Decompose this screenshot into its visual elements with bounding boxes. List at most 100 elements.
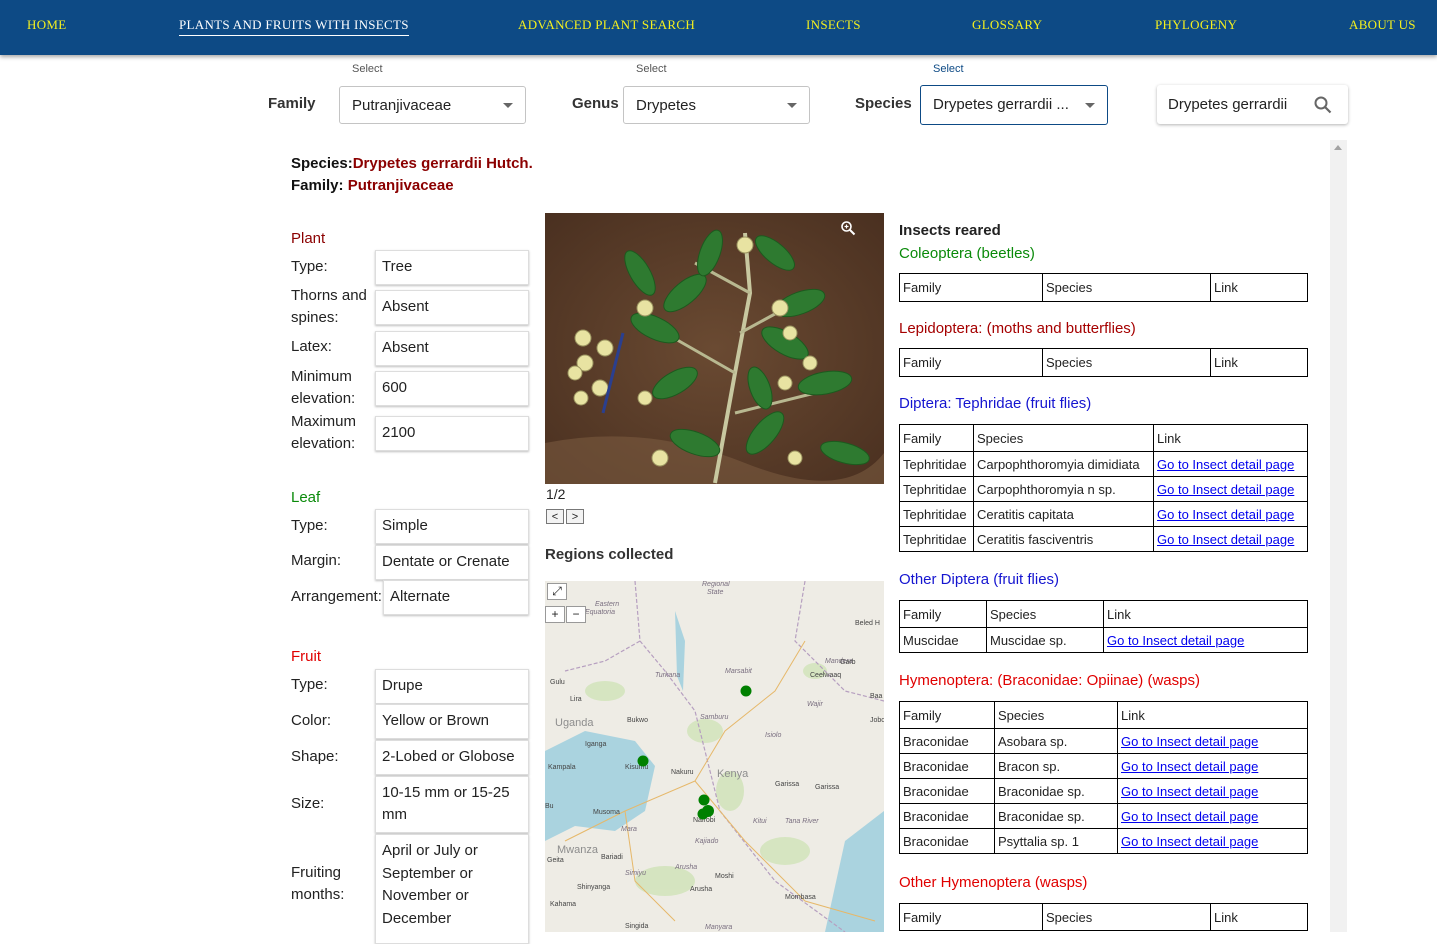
col-header-family: Family bbox=[899, 903, 1043, 931]
insect-detail-link[interactable]: Go to Insect detail page bbox=[1157, 532, 1294, 547]
table-row: Braconidae Braconidae sp. Go to Insect d… bbox=[899, 778, 1308, 804]
svg-text:Eastern: Eastern bbox=[595, 601, 619, 608]
nav-advanced-plant-search[interactable]: ADVANCED PLANT SEARCH bbox=[518, 17, 695, 33]
row-species: Muscidae sp. bbox=[986, 627, 1104, 653]
insect-detail-link[interactable]: Go to Insect detail page bbox=[1157, 482, 1294, 497]
row-species: Carpophthoromyia dimidiata bbox=[973, 451, 1154, 477]
svg-text:Singida: Singida bbox=[625, 923, 648, 930]
collection-marker[interactable] bbox=[740, 685, 752, 697]
svg-text:State: State bbox=[707, 589, 723, 596]
table-row: Braconidae Braconidae sp. Go to Insect d… bbox=[899, 803, 1308, 829]
nav-glossary[interactable]: GLOSSARY bbox=[972, 17, 1042, 33]
svg-text:Shinyanga: Shinyanga bbox=[577, 884, 610, 891]
tephritidae-title: Diptera: Tephridae (fruit flies) bbox=[899, 395, 1092, 412]
plant-max-elevation-label: Maximum elevation: bbox=[291, 413, 357, 452]
svg-text:Marsabit: Marsabit bbox=[725, 668, 753, 675]
col-header-link: Link bbox=[1117, 701, 1308, 729]
species-search-value: Drypetes gerrardii bbox=[1168, 96, 1288, 113]
row-species: Ceratitis capitata bbox=[973, 501, 1154, 527]
regions-map[interactable]: Eastern Equatoria Turkana Marsabit Wajir Ma… bbox=[545, 581, 884, 932]
table-row: Braconidae Psyttalia sp. 1 Go to Insect … bbox=[899, 828, 1308, 854]
tephritidae-table: Family Species Link Tephritidae Carpopht… bbox=[899, 424, 1308, 552]
table-header-row: Family Species Link bbox=[899, 424, 1308, 452]
other-hymenoptera-table: Family Species Link bbox=[899, 903, 1308, 931]
species-search-input[interactable]: Drypetes gerrardii bbox=[1157, 85, 1348, 124]
fruit-section-title: Fruit bbox=[291, 648, 321, 665]
nav-plants-and-fruits[interactable]: PLANTS AND FRUITS WITH INSECTS bbox=[179, 17, 409, 36]
insect-detail-link[interactable]: Go to Insect detail page bbox=[1121, 734, 1258, 749]
insect-detail-link[interactable]: Go to Insect detail page bbox=[1121, 809, 1258, 824]
col-header-species: Species bbox=[1042, 903, 1211, 931]
svg-text:Jobo: Jobo bbox=[870, 717, 884, 724]
other-diptera-title: Other Diptera (fruit flies) bbox=[899, 571, 1060, 588]
row-family: Tephritidae bbox=[899, 451, 974, 477]
nav-insects[interactable]: INSECTS bbox=[806, 17, 861, 33]
svg-text:Moshi: Moshi bbox=[715, 873, 734, 880]
scrollbar[interactable] bbox=[1330, 140, 1347, 932]
col-header-link: Link bbox=[1210, 273, 1308, 302]
insect-detail-link[interactable]: Go to Insect detail page bbox=[1107, 633, 1244, 648]
fruit-type-label: Type: bbox=[291, 676, 328, 693]
genus-label: Genus bbox=[572, 95, 619, 112]
table-row: Tephritidae Carpophthoromyia dimidiata G… bbox=[899, 451, 1308, 477]
gallery-next-button[interactable]: > bbox=[566, 509, 584, 524]
plant-photo[interactable] bbox=[545, 213, 884, 484]
family-heading: Family: Putranjivaceae bbox=[291, 177, 454, 194]
map-zoom-out-button[interactable]: − bbox=[566, 606, 586, 623]
col-header-species: Species bbox=[973, 424, 1154, 452]
svg-text:Lira: Lira bbox=[570, 696, 582, 703]
zoom-in-icon[interactable] bbox=[840, 220, 856, 236]
map-canvas[interactable]: EasternEquatoria Turkana Marsabit Wajir Ma… bbox=[545, 581, 884, 932]
dropdown-arrow-icon bbox=[787, 103, 797, 108]
species-heading: Species:Drypetes gerrardii Hutch. bbox=[291, 155, 533, 172]
insect-detail-link[interactable]: Go to Insect detail page bbox=[1121, 759, 1258, 774]
genus-select[interactable]: Drypetes bbox=[623, 86, 810, 124]
gallery-prev-button[interactable]: < bbox=[546, 509, 564, 524]
collection-marker[interactable] bbox=[637, 755, 649, 767]
hymenoptera-title: Hymenoptera: (Braconidae: Opiinae) (wasp… bbox=[899, 672, 1200, 689]
regions-collected-title: Regions collected bbox=[545, 546, 674, 563]
svg-text:Bariadi: Bariadi bbox=[601, 854, 623, 861]
plant-thorns-value: Absent bbox=[375, 290, 529, 325]
collection-marker[interactable] bbox=[697, 808, 709, 820]
insect-detail-link[interactable]: Go to Insect detail page bbox=[1157, 457, 1294, 472]
insect-detail-link[interactable]: Go to Insect detail page bbox=[1121, 834, 1258, 849]
plant-latex-label: Latex: bbox=[291, 338, 332, 355]
col-header-link: Link bbox=[1103, 600, 1308, 628]
insect-detail-link[interactable]: Go to Insect detail page bbox=[1157, 507, 1294, 522]
svg-text:Isiolo: Isiolo bbox=[765, 732, 781, 739]
nav-home[interactable]: HOME bbox=[27, 17, 66, 33]
table-header-row: Family Species Link bbox=[899, 600, 1308, 628]
table-row: Muscidae Muscidae sp. Go to Insect detai… bbox=[899, 627, 1308, 653]
row-family: Braconidae bbox=[899, 728, 995, 754]
svg-text:Mombasa: Mombasa bbox=[785, 894, 816, 901]
svg-text:Kampala: Kampala bbox=[548, 764, 576, 771]
search-icon[interactable] bbox=[1313, 95, 1333, 115]
map-zoom-in-button[interactable]: + bbox=[545, 606, 565, 623]
col-header-species: Species bbox=[994, 701, 1118, 729]
species-key: Species: bbox=[291, 155, 353, 172]
scroll-up-arrow-icon[interactable] bbox=[1334, 145, 1342, 150]
species-select[interactable]: Drypetes gerrardii ... bbox=[920, 85, 1108, 125]
table-header-row: Family Species Link bbox=[899, 701, 1308, 729]
nav-phylogeny[interactable]: PHYLOGENY bbox=[1155, 17, 1237, 33]
svg-text:Garissa: Garissa bbox=[815, 784, 839, 791]
row-species: Psyttalia sp. 1 bbox=[994, 828, 1118, 854]
svg-text:Beled H: Beled H bbox=[855, 620, 880, 627]
insect-detail-link[interactable]: Go to Insect detail page bbox=[1121, 784, 1258, 799]
fruit-shape-label: Shape: bbox=[291, 748, 339, 765]
leaf-margin-value: Dentate or Crenate bbox=[375, 545, 529, 580]
svg-text:Mwanza: Mwanza bbox=[557, 844, 599, 856]
lepidoptera-title: Lepidoptera: (moths and butterflies) bbox=[899, 320, 1136, 337]
svg-text:Bukwo: Bukwo bbox=[627, 717, 648, 724]
coleoptera-table: Family Species Link bbox=[899, 273, 1308, 302]
leaf-type-label: Type: bbox=[291, 517, 328, 534]
family-select[interactable]: Putranjivaceae bbox=[339, 86, 526, 124]
map-fullscreen-button[interactable]: ⤢ bbox=[547, 583, 567, 600]
svg-text:Manyara: Manyara bbox=[705, 924, 732, 931]
nav-about-us[interactable]: ABOUT US bbox=[1349, 17, 1416, 33]
collection-marker[interactable] bbox=[698, 794, 710, 806]
table-row: Braconidae Bracon sp. Go to Insect detai… bbox=[899, 753, 1308, 779]
svg-text:Mara: Mara bbox=[621, 826, 637, 833]
fruit-months-label: Fruiting months: bbox=[291, 864, 345, 903]
